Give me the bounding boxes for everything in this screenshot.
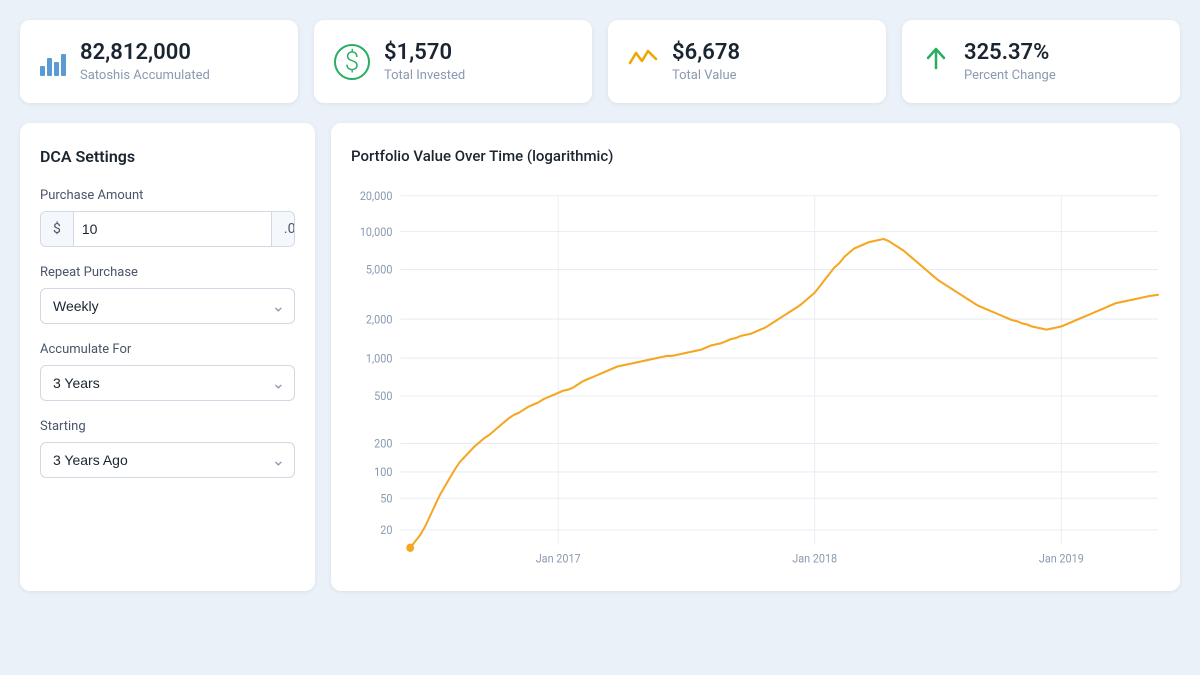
stat-card-total-value: $6,678 Total Value [608,20,886,103]
svg-text:Jan 2019: Jan 2019 [1039,553,1084,566]
invested-label: Total Invested [384,68,465,83]
repeat-purchase-group: Repeat Purchase Weekly Daily Monthly ⌄ [40,265,295,324]
svg-text:2,000: 2,000 [366,313,393,326]
dollar-circle-icon: $ [334,44,370,80]
chart-panel: Portfolio Value Over Time (logarithmic) … [331,123,1180,591]
percent-change-value: 325.37% [964,40,1056,66]
arrow-up-icon [922,44,950,79]
chart-svg: 20,000 10,000 5,000 2,000 1,000 500 200 … [351,181,1160,571]
satoshis-label: Satoshis Accumulated [80,68,210,83]
svg-text:20: 20 [380,524,392,537]
portfolio-line [410,239,1158,548]
chart-start-dot [406,544,414,552]
stat-card-invested: $ $1,570 Total Invested [314,20,592,103]
svg-text:200: 200 [374,438,392,451]
purchase-amount-group: Purchase Amount $ .00 [40,188,295,247]
accumulate-select-wrapper: 3 Years 1 Year 2 Years 5 Years ⌄ [40,365,295,401]
svg-text:Jan 2018: Jan 2018 [792,553,837,566]
chart-area: 20,000 10,000 5,000 2,000 1,000 500 200 … [351,181,1160,571]
starting-select-wrapper: 3 Years Ago 1 Year Ago 2 Years Ago 5 Yea… [40,442,295,478]
stat-content-satoshis: 82,812,000 Satoshis Accumulated [80,40,210,83]
satoshis-value: 82,812,000 [80,40,210,66]
cents-suffix: .00 [271,212,295,246]
stats-row: 82,812,000 Satoshis Accumulated $ $1,570… [20,20,1180,103]
svg-text:10,000: 10,000 [360,226,393,239]
bar-chart-icon [40,48,66,76]
dca-settings-title: DCA Settings [40,147,295,166]
invested-value: $1,570 [384,40,465,66]
dca-settings-panel: DCA Settings Purchase Amount $ .00 Repea… [20,123,315,591]
purchase-amount-input-wrapper: $ .00 [40,211,295,247]
starting-group: Starting 3 Years Ago 1 Year Ago 2 Years … [40,419,295,478]
total-value-label: Total Value [672,68,740,83]
svg-text:1,000: 1,000 [366,352,393,365]
activity-icon [628,45,658,78]
svg-text:100: 100 [374,466,392,479]
stat-card-percent-change: 325.37% Percent Change [902,20,1180,103]
accumulate-for-group: Accumulate For 3 Years 1 Year 2 Years 5 … [40,342,295,401]
percent-change-label: Percent Change [964,68,1056,83]
stat-content-total-value: $6,678 Total Value [672,40,740,83]
stat-content-percent-change: 325.37% Percent Change [964,40,1056,83]
purchase-amount-label: Purchase Amount [40,188,295,203]
svg-text:20,000: 20,000 [360,190,393,203]
chart-title: Portfolio Value Over Time (logarithmic) [351,147,1160,165]
svg-text:5,000: 5,000 [366,264,393,277]
main-row: DCA Settings Purchase Amount $ .00 Repea… [20,123,1180,591]
accumulate-for-label: Accumulate For [40,342,295,357]
svg-text:Jan 2017: Jan 2017 [536,553,581,566]
stat-content-invested: $1,570 Total Invested [384,40,465,83]
dollar-prefix: $ [41,212,74,246]
total-value-value: $6,678 [672,40,740,66]
repeat-purchase-label: Repeat Purchase [40,265,295,280]
accumulate-select[interactable]: 3 Years 1 Year 2 Years 5 Years [40,365,295,401]
starting-label: Starting [40,419,295,434]
stat-card-satoshis: 82,812,000 Satoshis Accumulated [20,20,298,103]
repeat-select[interactable]: Weekly Daily Monthly [40,288,295,324]
purchase-amount-input[interactable] [74,212,271,246]
svg-text:50: 50 [380,493,392,506]
repeat-select-wrapper: Weekly Daily Monthly ⌄ [40,288,295,324]
svg-text:500: 500 [374,390,392,403]
starting-select[interactable]: 3 Years Ago 1 Year Ago 2 Years Ago 5 Yea… [40,442,295,478]
